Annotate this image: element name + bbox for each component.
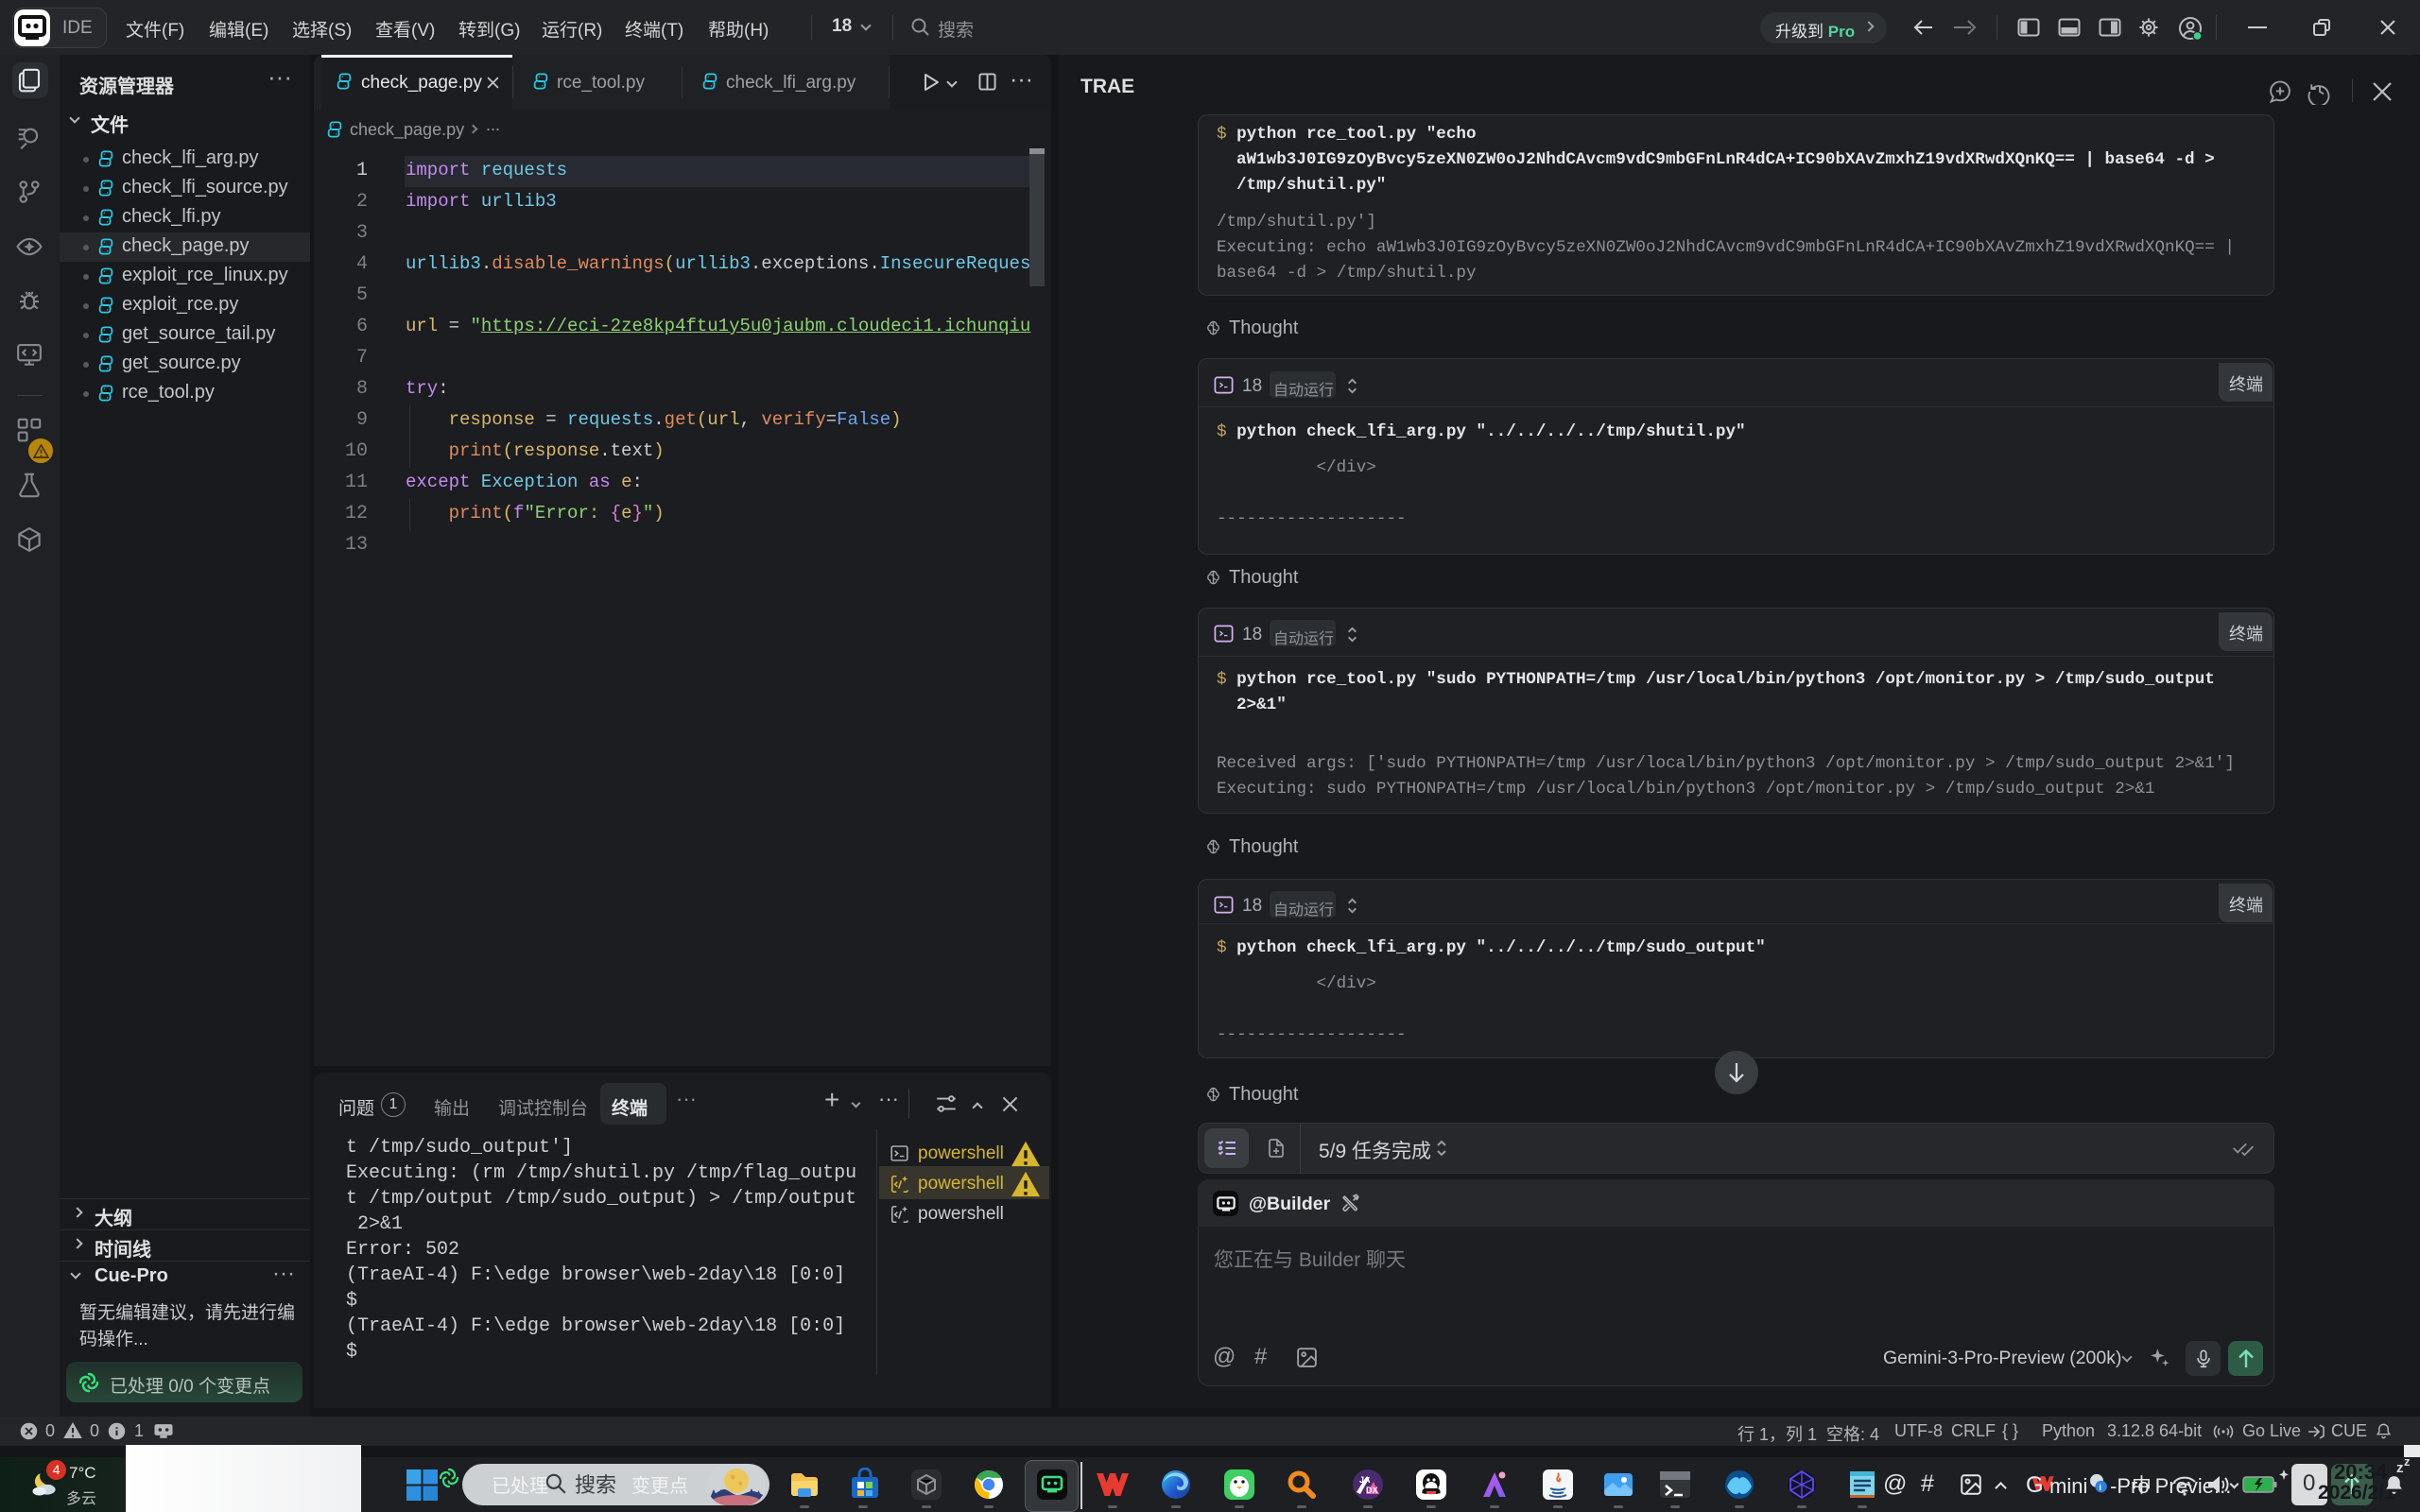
svg-text:DX: DX (1366, 1486, 1378, 1495)
svg-text:JA: JA (1359, 1475, 1371, 1485)
svg-text:i: i (2099, 1483, 2101, 1492)
